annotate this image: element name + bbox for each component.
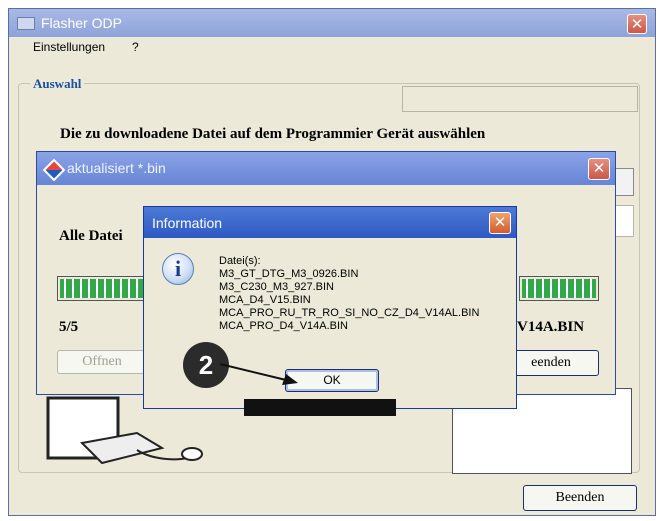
info-icon: i bbox=[162, 253, 194, 285]
update-title-bar[interactable]: aktualisiert *.bin ✕ bbox=[37, 152, 615, 185]
top-field bbox=[402, 86, 638, 112]
info-message: Datei(s): M3_GT_DTG_M3_0926.BIN M3_C230_… bbox=[219, 255, 479, 333]
update-close-button[interactable]: ✕ bbox=[588, 158, 610, 180]
black-bar bbox=[244, 399, 396, 416]
info-title: Information bbox=[152, 215, 223, 231]
info-title-bar[interactable]: Information ✕ bbox=[144, 207, 516, 238]
info-line: MCA_PRO_RU_TR_RO_SI_NO_CZ_D4_V14AL.BIN bbox=[219, 307, 480, 319]
info-line: M3_GT_DTG_M3_0926.BIN bbox=[219, 268, 359, 280]
app-diamond-icon bbox=[42, 158, 66, 182]
main-title-bar[interactable]: Flasher ODP ✕ bbox=[9, 9, 655, 37]
info-line: MCA_PRO_D4_V14A.BIN bbox=[219, 320, 348, 332]
beenden-main-button[interactable]: Beenden bbox=[523, 485, 637, 511]
current-file: V14A.BIN bbox=[517, 319, 585, 335]
menu-einstellungen[interactable]: Einstellungen bbox=[33, 40, 105, 54]
progress-bar-right bbox=[519, 276, 599, 301]
menu-bar: Einstellungen ? bbox=[9, 37, 655, 57]
file-count: 5/5 bbox=[59, 319, 79, 335]
app-icon bbox=[17, 17, 35, 30]
main-close-button[interactable]: ✕ bbox=[627, 14, 647, 34]
info-line: MCA_D4_V15.BIN bbox=[219, 294, 311, 306]
callout-arrow-icon bbox=[220, 363, 298, 385]
progress-bar-left bbox=[57, 276, 157, 301]
info-line: Datei(s): bbox=[219, 255, 261, 267]
main-window-title: Flasher ODP bbox=[41, 15, 122, 31]
menu-help[interactable]: ? bbox=[132, 40, 139, 54]
info-close-button[interactable]: ✕ bbox=[489, 212, 511, 234]
update-window-title: aktualisiert *.bin bbox=[67, 160, 166, 176]
instruction-text: Die zu downloadene Datei auf dem Program… bbox=[60, 126, 486, 142]
update-body-text: Alle Datei bbox=[59, 228, 123, 244]
beenden-child-button[interactable]: eenden bbox=[503, 350, 599, 376]
info-line: M3_C230_M3_927.BIN bbox=[219, 281, 334, 293]
group-label: Auswahl bbox=[30, 76, 85, 92]
offnen-button[interactable]: Offnen bbox=[57, 350, 147, 374]
